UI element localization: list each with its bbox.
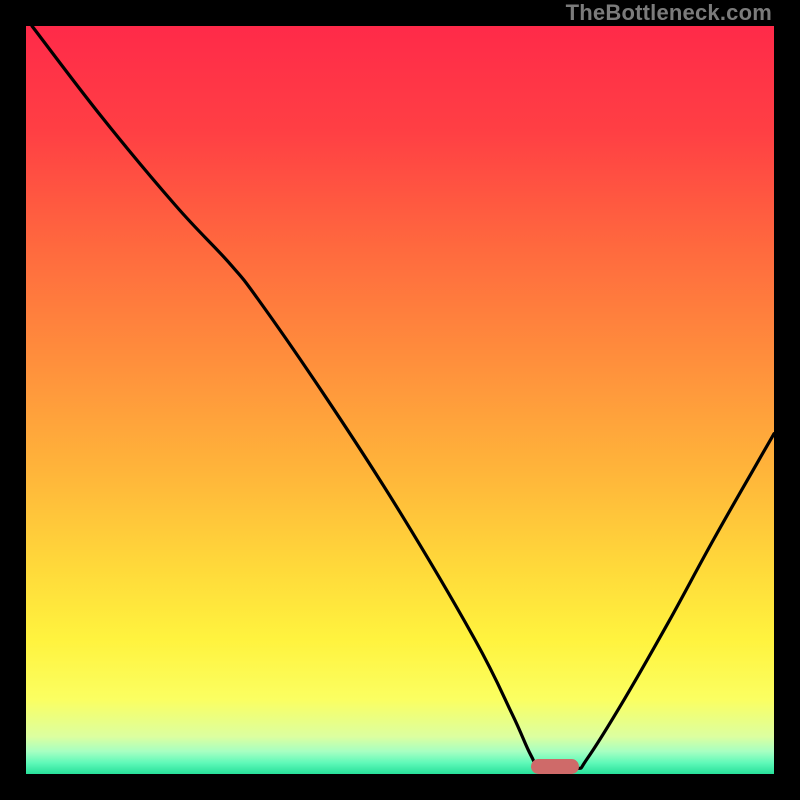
plot-area (26, 26, 774, 774)
optimal-range-marker (531, 759, 579, 774)
watermark-text: TheBottleneck.com (566, 0, 772, 26)
chart-frame: TheBottleneck.com (0, 0, 800, 800)
bottleneck-curve (26, 26, 774, 774)
